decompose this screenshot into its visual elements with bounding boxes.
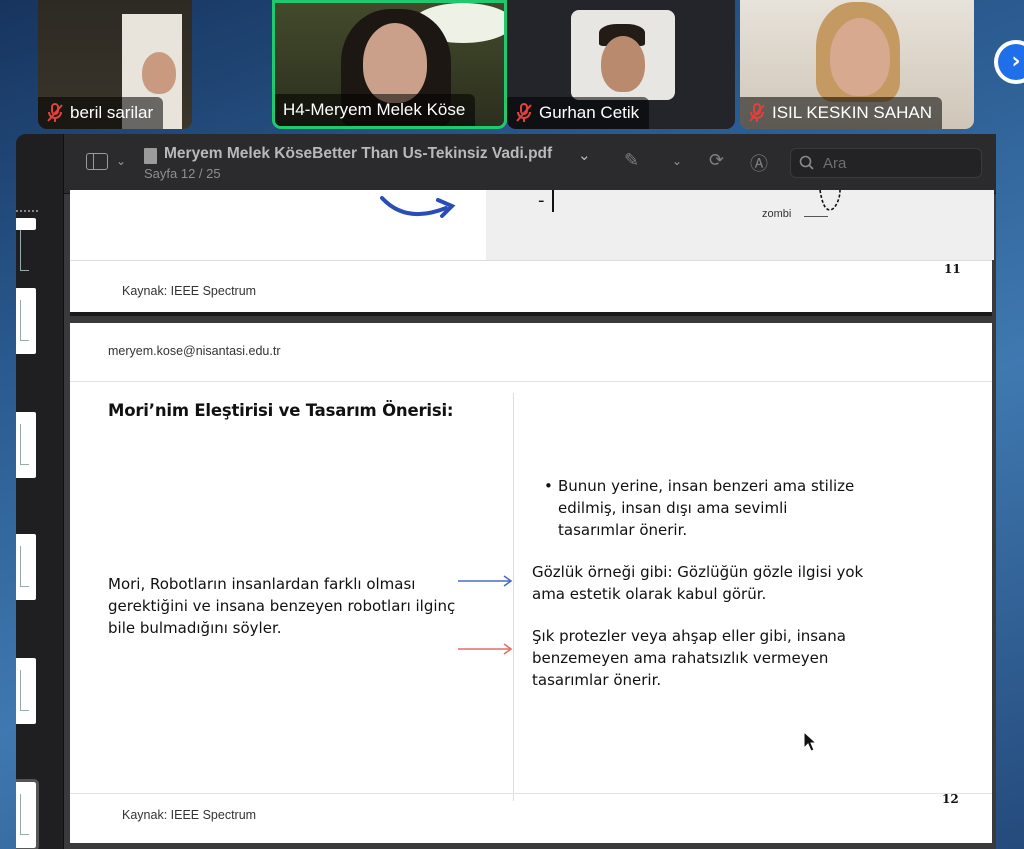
pdf-toolbar: ⌄ Meryem Melek KöseBetter Than Us-Tekins… — [64, 134, 996, 194]
page-thumbnail-selected[interactable] — [16, 779, 39, 849]
page-thumbnail[interactable] — [16, 288, 36, 354]
markup-chevron-down-icon[interactable]: ⌄ — [672, 154, 682, 168]
page-thumbnail[interactable] — [16, 658, 36, 724]
participant-tile-meryem[interactable]: H4-Meryem Melek Köse — [272, 0, 507, 129]
source-caption: Kaynak: IEEE Spectrum — [122, 808, 257, 822]
graph-label-zombi: zombi — [762, 208, 792, 220]
participant-video — [363, 23, 427, 103]
muted-mic-icon — [516, 103, 532, 122]
muted-mic-icon — [749, 103, 765, 122]
participant-name-tag: beril sarilar — [38, 97, 164, 129]
document-title[interactable]: Meryem Melek KöseBetter Than Us-Tekinsiz… — [164, 145, 552, 163]
sidebar-toggle-icon[interactable] — [86, 153, 108, 170]
search-icon — [799, 155, 814, 170]
source-caption: Kaynak: IEEE Spectrum — [122, 284, 257, 298]
rotate-icon[interactable]: ⟳ — [709, 150, 724, 171]
participant-video — [830, 18, 890, 96]
page-number: 12 — [942, 792, 959, 806]
chevron-down-icon[interactable]: ⌄ — [116, 154, 126, 168]
participant-name-tag: Gurhan Cetik — [507, 97, 650, 129]
search-field[interactable] — [790, 148, 982, 178]
graph-minus-label: - — [538, 190, 545, 211]
annotate-icon[interactable]: Ⓐ — [750, 150, 768, 176]
video-strip: beril sarilar H4-Meryem Melek Köse Gurha… — [0, 0, 1024, 132]
slide-page-12: meryem.kose@nisantasi.edu.tr Mori’nim El… — [70, 323, 992, 843]
next-participants-button[interactable]: › — [994, 40, 1024, 84]
red-arrow — [458, 643, 513, 655]
pdf-viewer-window: ⌄ Meryem Melek KöseBetter Than Us-Tekins… — [16, 134, 996, 849]
graph-leader-line — [804, 216, 828, 217]
graph-axis — [552, 190, 554, 212]
page-indicator: Sayfa 12 / 25 — [144, 166, 221, 181]
footer-divider — [70, 793, 992, 794]
blue-curved-arrow — [380, 196, 456, 218]
muted-mic-icon — [47, 103, 63, 122]
participant-name: H4-Meryem Melek Köse — [283, 100, 466, 119]
blue-arrow — [458, 575, 513, 587]
column-divider — [513, 393, 514, 801]
slide-heading: Mori’nim Eleştirisi ve Tasarım Önerisi: — [108, 401, 454, 420]
bullet-point: Bunun yerine, insan benzeri ama stilize … — [540, 475, 860, 541]
participant-tile-isil[interactable]: ISIL KESKIN SAHAN — [740, 0, 974, 129]
markup-pen-icon[interactable]: ✎ — [624, 150, 639, 171]
mouse-cursor-icon — [803, 731, 817, 752]
graph-panel: - zombi — [486, 190, 994, 260]
slide-page-11: - zombi Kaynak: IEEE Spectrum 11 — [70, 190, 994, 316]
page-thumbnail[interactable] — [16, 534, 36, 600]
left-column-text: Mori, Robotların insanlardan farklı olma… — [108, 575, 456, 637]
header-divider — [70, 381, 992, 382]
participant-tile-beril[interactable]: beril sarilar — [38, 0, 192, 129]
sidebar-dots — [16, 210, 38, 216]
thumbnail-sidebar[interactable] — [16, 134, 64, 849]
participant-video — [142, 52, 176, 94]
page-thumbnail[interactable] — [16, 412, 36, 478]
right-paragraph-glasses: Gözlük örneği gibi: Gözlüğün gözle ilgis… — [532, 563, 864, 603]
footer-divider — [70, 260, 992, 261]
graph-curve — [819, 190, 841, 211]
chevron-right-icon: › — [998, 44, 1024, 80]
pdf-content-area[interactable]: - zombi Kaynak: IEEE Spectrum 11 meryem.… — [64, 190, 996, 849]
page-number: 11 — [944, 262, 961, 276]
participant-name-tag: ISIL KESKIN SAHAN — [740, 97, 942, 129]
right-paragraph-prosthetics: Şık protezler veya ahşap eller gibi, ins… — [532, 627, 846, 689]
search-input[interactable] — [823, 154, 943, 172]
author-email: meryem.kose@nisantasi.edu.tr — [108, 344, 281, 358]
participant-name: Gurhan Cetik — [539, 103, 640, 122]
title-chevron-down-icon[interactable]: ⌄ — [578, 146, 591, 164]
participant-name: beril sarilar — [70, 103, 154, 122]
participant-name-tag: H4-Meryem Melek Köse — [275, 94, 476, 126]
participant-video — [601, 36, 645, 92]
page-thumbnail[interactable] — [16, 218, 36, 271]
participant-tile-gurhan[interactable]: Gurhan Cetik — [507, 0, 735, 129]
participant-name: ISIL KESKIN SAHAN — [772, 103, 932, 122]
pdf-file-icon — [144, 148, 157, 164]
